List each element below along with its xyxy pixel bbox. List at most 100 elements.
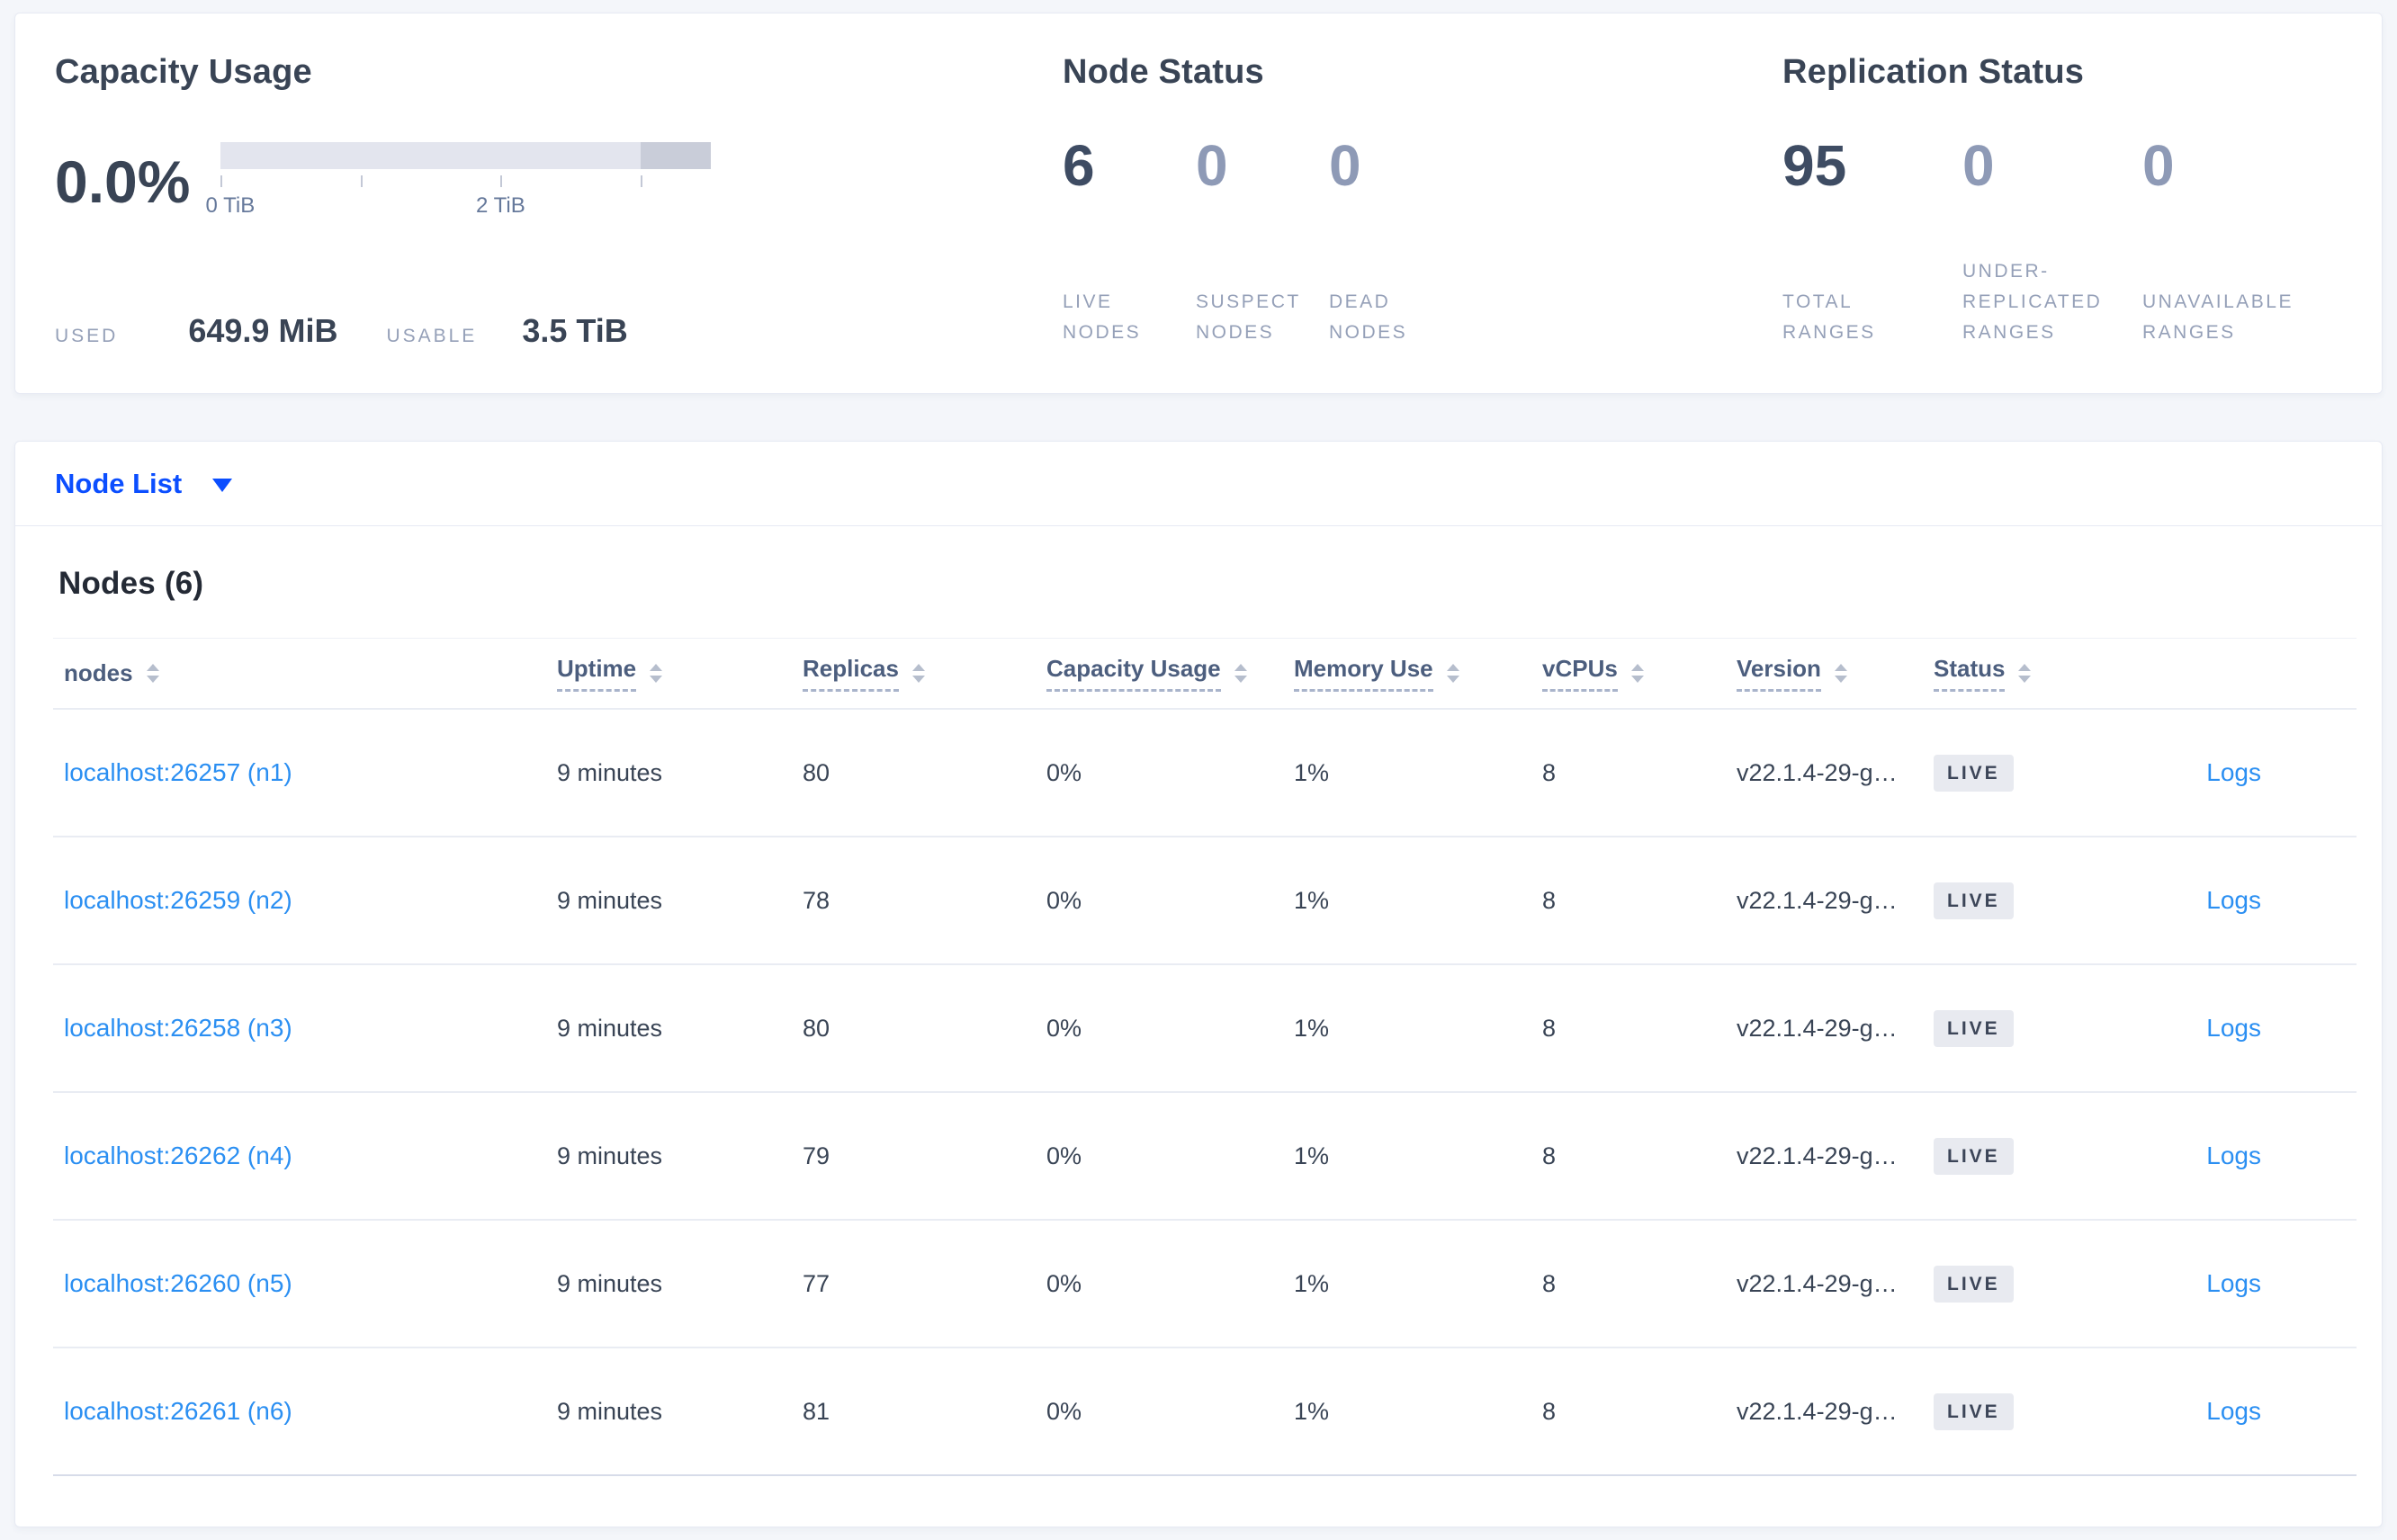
memory-use-cell: 1% — [1294, 1269, 1330, 1297]
version-cell: v22.1.4-29-g… — [1737, 1142, 1898, 1169]
table-row: localhost:26257 (n1) 9 minutes 80 0% 1% … — [53, 710, 2357, 837]
suspect-nodes-label: SUSPECT NODES — [1196, 291, 1301, 343]
replicas-cell: 81 — [803, 1397, 830, 1425]
column-header-memory-use[interactable]: Memory Use — [1294, 655, 1542, 692]
logs-link[interactable]: Logs — [2206, 1014, 2261, 1042]
column-header-capacity-usage[interactable]: Capacity Usage — [1046, 655, 1294, 692]
chevron-down-icon — [212, 479, 233, 492]
version-cell: v22.1.4-29-g… — [1737, 886, 1898, 914]
version-cell: v22.1.4-29-g… — [1737, 1014, 1898, 1042]
cluster-summary-card: Capacity Usage 0.0% 0 TiB 2 TiB USED 649… — [14, 13, 2383, 394]
suspect-nodes-count: 0 — [1196, 133, 1228, 198]
sort-icon — [1630, 664, 1644, 683]
under-replicated-ranges-count: 0 — [1962, 133, 1995, 198]
status-badge: LIVE — [1934, 882, 2014, 919]
vcpus-cell: 8 — [1542, 1014, 1557, 1042]
capacity-usage-cell: 0% — [1046, 1014, 1082, 1042]
capacity-usage-title: Capacity Usage — [55, 53, 312, 91]
logs-link[interactable]: Logs — [2206, 1269, 2261, 1297]
node-link[interactable]: localhost:26262 (n4) — [64, 1142, 292, 1169]
column-header-nodes[interactable]: nodes — [64, 659, 557, 687]
replicas-cell: 80 — [803, 758, 830, 786]
used-label: USED — [55, 326, 119, 346]
node-link[interactable]: localhost:26261 (n6) — [64, 1397, 292, 1425]
node-list-card: Node List Nodes (6) nodes Uptime Replica… — [14, 441, 2383, 1527]
status-badge: LIVE — [1934, 1265, 2014, 1303]
status-badge: LIVE — [1934, 1392, 2014, 1430]
uptime-cell: 9 minutes — [557, 758, 663, 786]
node-link[interactable]: localhost:26257 (n1) — [64, 758, 292, 786]
capacity-gauge: 0.0% 0 TiB 2 TiB — [55, 142, 1036, 220]
used-value: 649.9 MiB — [188, 312, 338, 349]
capacity-bar-track — [220, 142, 711, 169]
memory-use-cell: 1% — [1294, 1142, 1330, 1169]
uptime-cell: 9 minutes — [557, 1014, 663, 1042]
memory-use-cell: 1% — [1294, 886, 1330, 914]
table-row: localhost:26260 (n5) 9 minutes 77 0% 1% … — [53, 1221, 2357, 1348]
capacity-usage-cell: 0% — [1046, 1142, 1082, 1169]
capacity-usage-bar: 0 TiB 2 TiB — [206, 142, 711, 220]
dead-nodes-stat: 0 DEAD NODES — [1329, 137, 1462, 350]
replicas-cell: 77 — [803, 1269, 830, 1297]
node-status-title: Node Status — [1063, 53, 1264, 91]
column-header-vcpus[interactable]: vCPUs — [1542, 655, 1737, 692]
sort-icon — [911, 664, 925, 683]
cluster-overview-page: Capacity Usage 0.0% 0 TiB 2 TiB USED 649… — [0, 0, 2397, 1540]
replicas-cell: 78 — [803, 886, 830, 914]
uptime-cell: 9 minutes — [557, 1269, 663, 1297]
column-header-status[interactable]: Status — [1934, 655, 2186, 692]
node-list-dropdown[interactable]: Node List — [55, 468, 233, 500]
sort-icon — [1446, 664, 1459, 683]
capacity-usage-cell: 0% — [1046, 1397, 1082, 1425]
sort-icon — [1834, 664, 1847, 683]
dead-nodes-count: 0 — [1329, 133, 1361, 198]
status-badge: LIVE — [1934, 754, 2014, 792]
column-header-uptime[interactable]: Uptime — [557, 655, 803, 692]
replicas-cell: 79 — [803, 1142, 830, 1169]
usable-value: 3.5 TiB — [522, 312, 628, 349]
under-replicated-ranges-stat: 0 UNDER- REPLICATED RANGES — [1962, 137, 2142, 350]
version-cell: v22.1.4-29-g… — [1737, 1269, 1898, 1297]
nodes-table-header: nodes Uptime Replicas Capacity Usage Mem… — [53, 638, 2357, 710]
table-row: localhost:26258 (n3) 9 minutes 80 0% 1% … — [53, 965, 2357, 1093]
table-row: localhost:26259 (n2) 9 minutes 78 0% 1% … — [53, 837, 2357, 965]
usable-label: USABLE — [386, 326, 478, 346]
status-badge: LIVE — [1934, 1009, 2014, 1047]
replication-status-section: Replication Status 95 TOTAL RANGES 0 UND… — [1782, 53, 2339, 350]
unavailable-ranges-stat: 0 UNAVAILABLE RANGES — [2142, 137, 2322, 350]
capacity-tick-label-0: 0 TiB — [205, 193, 256, 218]
vcpus-cell: 8 — [1542, 1142, 1557, 1169]
sort-icon — [146, 664, 159, 683]
live-nodes-count: 6 — [1063, 133, 1095, 198]
dead-nodes-label: DEAD NODES — [1329, 291, 1408, 343]
capacity-bar-ticks — [220, 175, 711, 190]
uptime-cell: 9 minutes — [557, 1142, 663, 1169]
capacity-usage-cell: 0% — [1046, 758, 1082, 786]
logs-link[interactable]: Logs — [2206, 1397, 2261, 1425]
node-link[interactable]: localhost:26260 (n5) — [64, 1269, 292, 1297]
logs-link[interactable]: Logs — [2206, 758, 2261, 786]
node-status-section: Node Status 6 LIVE NODES 0 SUSPECT NODES — [1063, 53, 1782, 350]
capacity-details: USED 649.9 MiB USABLE 3.5 TiB — [55, 312, 1036, 350]
vcpus-cell: 8 — [1542, 1397, 1557, 1425]
table-row: localhost:26261 (n6) 9 minutes 81 0% 1% … — [53, 1348, 2357, 1476]
total-ranges-count: 95 — [1782, 133, 1847, 198]
column-header-replicas[interactable]: Replicas — [803, 655, 1046, 692]
vcpus-cell: 8 — [1542, 886, 1557, 914]
column-header-version[interactable]: Version — [1737, 655, 1934, 692]
logs-link[interactable]: Logs — [2206, 1142, 2261, 1169]
suspect-nodes-stat: 0 SUSPECT NODES — [1196, 137, 1329, 350]
node-link[interactable]: localhost:26258 (n3) — [64, 1014, 292, 1042]
unavailable-ranges-label: UNAVAILABLE RANGES — [2142, 291, 2294, 343]
total-ranges-label: TOTAL RANGES — [1782, 291, 1876, 343]
capacity-tick-label-2: 2 TiB — [476, 193, 525, 218]
vcpus-cell: 8 — [1542, 1269, 1557, 1297]
logs-link[interactable]: Logs — [2206, 886, 2261, 914]
uptime-cell: 9 minutes — [557, 1397, 663, 1425]
replication-status-title: Replication Status — [1782, 53, 2085, 91]
memory-use-cell: 1% — [1294, 1014, 1330, 1042]
node-link[interactable]: localhost:26259 (n2) — [64, 886, 292, 914]
capacity-usage-cell: 0% — [1046, 1269, 1082, 1297]
uptime-cell: 9 minutes — [557, 886, 663, 914]
capacity-bar-used-segment — [641, 142, 711, 169]
